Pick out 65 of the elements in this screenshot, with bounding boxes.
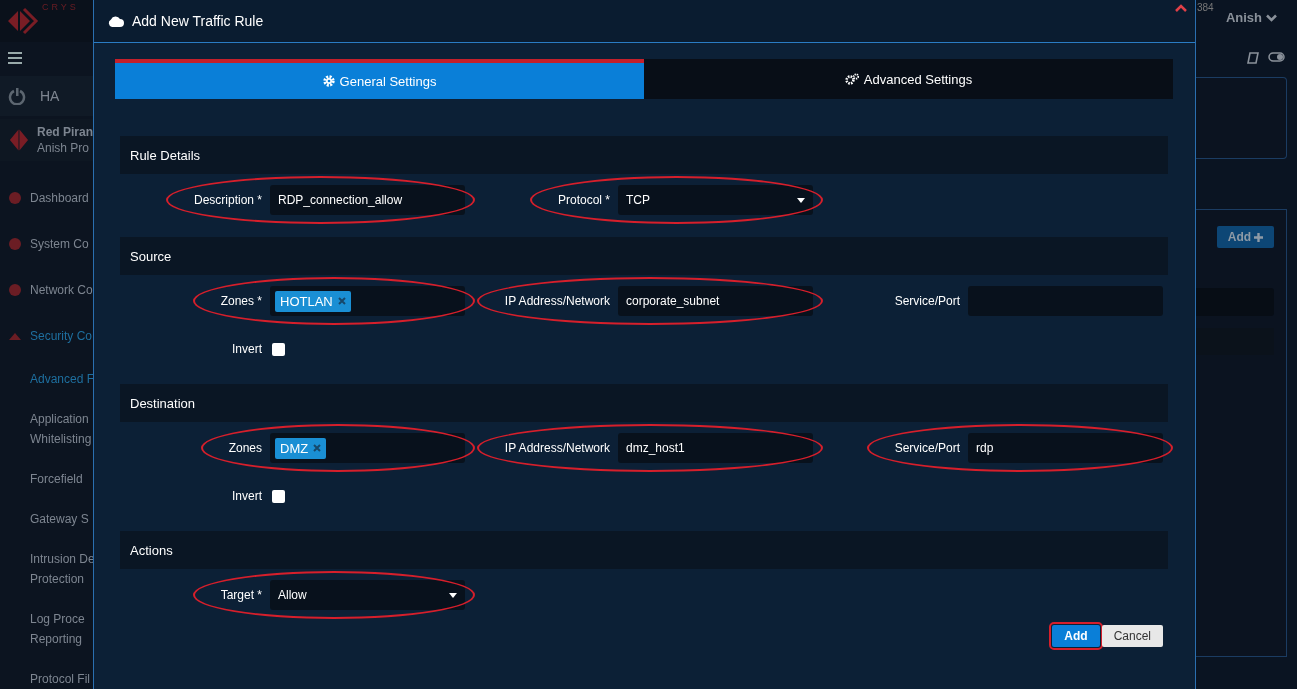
modal-title: Add New Traffic Rule <box>132 13 264 29</box>
zone-tag[interactable]: HOTLAN <box>275 290 351 312</box>
profile-name: Red Piran <box>37 125 93 139</box>
sidebar-item[interactable]: Dashboard <box>30 191 89 205</box>
sidebar-item[interactable]: Gateway S <box>30 512 89 526</box>
select-field[interactable]: Allow <box>270 580 465 610</box>
select-field[interactable]: TCP <box>618 185 813 215</box>
sidebar-item[interactable]: Security Co <box>30 329 93 343</box>
field-label: Service/Port <box>894 441 960 455</box>
user-menu[interactable]: Anish <box>1225 10 1277 25</box>
sidebar-item[interactable]: Log Proce Reporting <box>30 612 85 646</box>
search-field[interactable] <box>1196 288 1274 316</box>
checkbox[interactable] <box>272 489 285 503</box>
cancel-button[interactable]: Cancel <box>1101 625 1163 647</box>
zone-tag[interactable]: DMZ <box>275 437 327 459</box>
sidebar-item[interactable]: Network Co <box>30 283 93 297</box>
circle-icon <box>8 283 22 297</box>
section-title: Actions <box>130 542 173 558</box>
power-icon <box>8 87 26 105</box>
caret-down-icon <box>797 197 805 203</box>
field-label: Invert <box>232 489 262 503</box>
sidebar-item[interactable]: Application Whitelisting <box>30 412 92 446</box>
field-label: Description * <box>193 193 262 207</box>
field-label: IP Address/Network <box>504 294 610 308</box>
ha-label: HA <box>40 88 60 104</box>
cloud-icon <box>108 15 124 27</box>
sidebar-item[interactable]: Advanced F <box>30 372 93 386</box>
input-field[interactable]: corporate_subnet <box>618 286 813 316</box>
field-label: Protocol * <box>557 193 610 207</box>
caret-down-icon <box>449 592 457 598</box>
menu-icon <box>8 52 22 64</box>
tag-field[interactable]: DMZ <box>270 433 465 463</box>
sidebar-item[interactable]: System Co <box>30 237 89 251</box>
add-button[interactable]: Add <box>1217 226 1274 248</box>
section-title: Destination <box>130 395 196 411</box>
logo-text: CRYS <box>42 2 79 12</box>
tag-field[interactable]: HOTLAN <box>270 286 465 316</box>
section-title: Source <box>130 248 172 264</box>
field-label: Target * <box>220 588 262 602</box>
tab[interactable]: Advanced Settings <box>644 59 1173 99</box>
tab[interactable]: General Settings <box>115 59 644 99</box>
input-field[interactable]: RDP_connection_allow <box>270 185 465 215</box>
field-label: Zones * <box>220 294 262 308</box>
notification-count: 384 <box>1197 2 1214 13</box>
circle-icon <box>8 191 22 205</box>
profile-subtitle: Anish Pro <box>37 141 90 155</box>
gears-icon <box>844 73 859 85</box>
caret-up-icon <box>8 331 22 341</box>
checkbox[interactable] <box>272 342 285 356</box>
chevron-down-icon <box>1266 13 1277 22</box>
field-label: Invert <box>232 342 262 356</box>
input-field[interactable] <box>968 286 1163 316</box>
field-label: IP Address/Network <box>504 441 610 455</box>
input-field[interactable]: dmz_host1 <box>618 433 813 463</box>
plus-icon <box>1254 232 1264 242</box>
field-label: Service/Port <box>894 294 960 308</box>
field-label: Zones <box>228 441 262 455</box>
sidebar-item[interactable]: Forcefield <box>30 472 83 486</box>
circle-icon <box>8 237 22 251</box>
gear-icon <box>322 75 335 87</box>
add-button[interactable]: Add <box>1052 625 1100 647</box>
toggle-icon <box>1268 52 1285 62</box>
sidebar-item[interactable]: Protocol Fil <box>30 672 91 686</box>
input-field[interactable]: rdp <box>968 433 1163 463</box>
section-title: Rule Details <box>130 147 201 163</box>
